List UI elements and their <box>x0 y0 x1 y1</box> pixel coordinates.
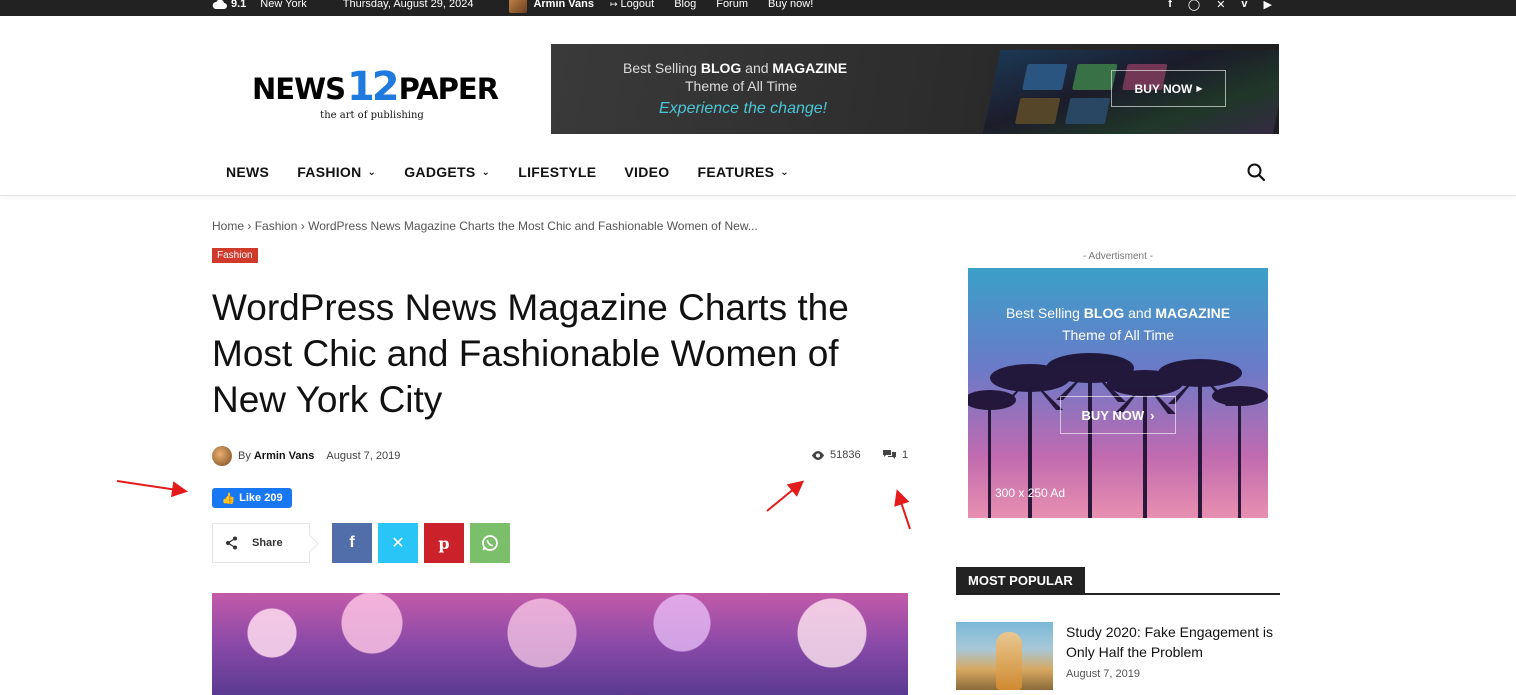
share-facebook-button[interactable]: f <box>332 523 372 563</box>
search-icon[interactable] <box>1246 162 1266 182</box>
like-label: Like 209 <box>239 492 283 504</box>
banner-line2: Theme of All Time <box>685 78 798 94</box>
user-avatar <box>509 0 528 13</box>
youtube-icon[interactable]: ▶ <box>1264 0 1272 11</box>
top-date: Thursday, August 29, 2024 <box>342 0 474 10</box>
popular-title[interactable]: Study 2020: Fake Engagement is Only Half… <box>1066 622 1280 662</box>
logo-number: 12 <box>346 64 400 110</box>
forum-link[interactable]: Forum <box>716 0 748 10</box>
chevron-down-icon: ⌄ <box>367 166 377 178</box>
share-label: Share <box>252 537 283 549</box>
share-x-button[interactable]: ✕ <box>378 523 418 563</box>
vimeo-icon[interactable]: v <box>1241 0 1247 10</box>
annotation-arrow-views <box>766 480 805 512</box>
article-title: WordPress News Magazine Charts the Most … <box>212 287 849 420</box>
social-links: f ◯ ✕ v ▶ <box>1168 0 1272 12</box>
facebook-like-button[interactable]: 👍 Like 209 <box>212 488 292 508</box>
cloud-icon <box>212 0 227 9</box>
nav-item-features[interactable]: FEATURES ⌄ <box>683 164 803 180</box>
logout-link[interactable]: ↦ Logout <box>610 0 654 10</box>
by-label: By <box>238 450 251 462</box>
user-profile-link[interactable]: Armin Vans <box>509 0 594 13</box>
header-banner-ad[interactable]: Best Selling BLOG and MAGAZINE Theme of … <box>551 44 1279 134</box>
ad-buy-now-button[interactable]: BUY NOW › <box>1060 396 1176 434</box>
comments-value: 1 <box>902 449 909 461</box>
pinterest-icon: p <box>438 533 450 553</box>
nav-item-lifestyle[interactable]: LIFESTYLE <box>504 164 610 180</box>
ad-size-label: 300 x 250 Ad <box>995 486 1066 500</box>
main-nav: NEWS FASHION ⌄ GADGETS ⌄ LIFESTYLE VIDEO F… <box>0 148 1516 196</box>
share-toggle[interactable]: Share <box>212 523 310 563</box>
comment-count[interactable]: 1 <box>883 449 908 461</box>
view-count: 51836 <box>811 449 861 461</box>
popular-date: August 7, 2019 <box>1066 668 1141 680</box>
city: New York <box>260 0 307 10</box>
category-badge[interactable]: Fashion <box>212 248 258 263</box>
ad-line2: Theme of All Time <box>1061 327 1175 343</box>
breadcrumb: Home › Fashion › WordPress News Magazine… <box>212 219 758 233</box>
ad-line1: Best Selling BLOG and MAGAZINE <box>1005 305 1231 321</box>
views-value: 51836 <box>830 449 861 461</box>
most-popular-heading: MOST POPULAR <box>956 567 1280 595</box>
top-bar: 9.1 New York Thursday, August 29, 2024 A… <box>0 0 1516 16</box>
logo-part1: NEWS <box>252 72 346 106</box>
popular-thumbnail[interactable] <box>956 622 1053 690</box>
x-icon[interactable]: ✕ <box>1216 0 1225 11</box>
advertisement-label: - Advertisment - <box>1082 251 1154 262</box>
banner-buy-now-button[interactable]: BUY NOW ▶ <box>1111 70 1226 107</box>
sidebar-ad[interactable]: Best Selling BLOG and MAGAZINE Theme of … <box>968 268 1268 518</box>
article-featured-image <box>212 593 908 695</box>
share-pinterest-button[interactable]: p <box>424 523 464 563</box>
facebook-icon: f <box>349 534 355 551</box>
nav-item-video[interactable]: VIDEO <box>610 164 683 180</box>
breadcrumb-category[interactable]: Fashion <box>255 219 298 233</box>
ad-button-label: BUY NOW <box>1081 407 1145 423</box>
blog-link[interactable]: Blog <box>674 0 696 10</box>
logout-icon: ↦ <box>609 0 618 9</box>
chevron-down-icon: ⌄ <box>780 166 789 178</box>
comments-icon <box>883 449 896 459</box>
nav-item-gadgets[interactable]: GADGETS ⌄ <box>390 164 504 180</box>
banner-line3: Experience the change! <box>659 100 828 117</box>
facebook-icon[interactable]: f <box>1168 0 1172 10</box>
buy-now-link[interactable]: Buy now! <box>768 0 813 10</box>
most-popular-title: MOST POPULAR <box>956 567 1085 595</box>
article-meta: By Armin Vans August 7, 2019 <box>212 446 400 466</box>
nav-item-fashion[interactable]: FASHION ⌄ <box>283 164 390 180</box>
annotation-arrow-comments <box>894 489 911 530</box>
logo-wordmark: NEWS 12 PAPER <box>252 64 499 110</box>
nav-item-news[interactable]: NEWS <box>212 164 283 180</box>
breadcrumb-current: WordPress News Magazine Charts the Most … <box>308 219 758 233</box>
caret-right-icon: ▶ <box>1196 84 1203 93</box>
annotation-arrow-like <box>116 480 188 498</box>
article-date: August 7, 2019 <box>326 450 401 462</box>
thumbs-up-icon: 👍 <box>221 492 236 505</box>
x-icon: ✕ <box>391 535 405 552</box>
list-item[interactable]: Study 2020: Fake Engagement is Only Half… <box>956 622 1280 692</box>
logo-part2: PAPER <box>398 72 499 106</box>
user-name: Armin Vans <box>533 0 594 10</box>
chevron-down-icon: ⌄ <box>481 166 491 178</box>
banner-line1: Best Selling BLOG and MAGAZINE <box>623 60 848 76</box>
banner-button-label: BUY NOW <box>1134 81 1193 96</box>
whatsapp-icon <box>482 535 498 551</box>
share-whatsapp-button[interactable] <box>470 523 510 563</box>
share-icon <box>226 536 237 550</box>
chevron-right-icon: › <box>1150 407 1155 423</box>
logout-label: Logout <box>620 0 655 10</box>
weather: 9.1 <box>212 0 246 10</box>
site-logo[interactable]: NEWS 12 PAPER the art of publishing <box>252 64 499 121</box>
eye-icon <box>812 450 824 460</box>
instagram-icon[interactable]: ◯ <box>1188 0 1200 11</box>
temperature: 9.1 <box>231 0 247 10</box>
author-avatar[interactable] <box>212 446 232 466</box>
breadcrumb-home[interactable]: Home <box>212 219 244 233</box>
logo-tagline: the art of publishing <box>320 110 424 121</box>
author-name[interactable]: Armin Vans <box>254 450 315 462</box>
